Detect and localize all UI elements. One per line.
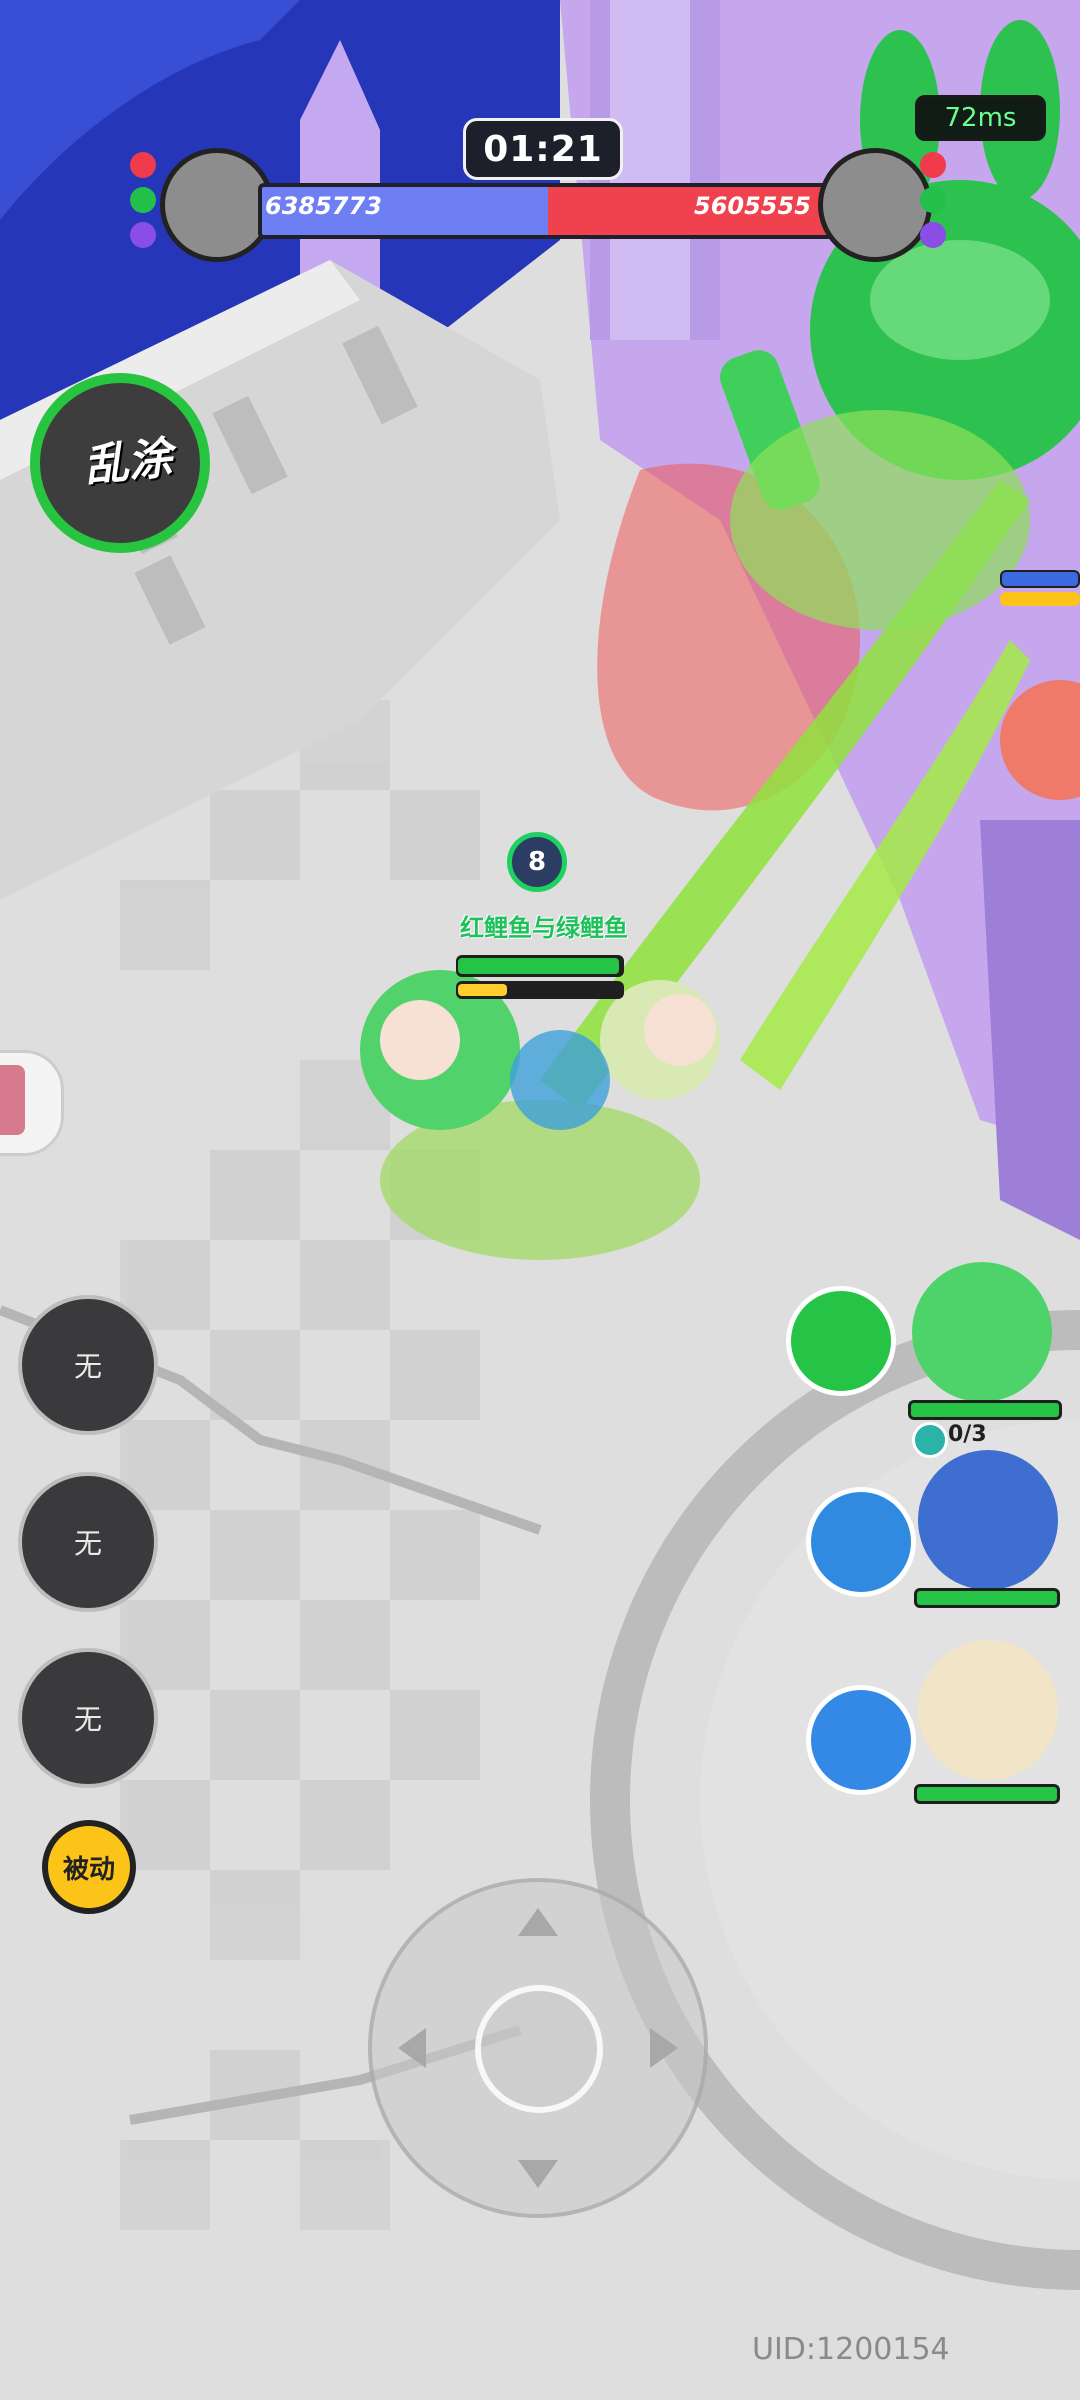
- teammate-1-portrait: [912, 1262, 1052, 1402]
- right-team-score: 5605555: [694, 192, 811, 220]
- user-id: UID:1200154: [752, 2332, 950, 2367]
- right-team-avatar: [818, 148, 932, 262]
- bunny-skill-icon[interactable]: [786, 1286, 896, 1396]
- arrow-down-icon: [518, 2160, 558, 2188]
- event-icon: [0, 1065, 25, 1135]
- left-team-avatar: [160, 148, 274, 262]
- game-viewport[interactable]: 01:21 72ms 6385773 5605555 乱涂 8 红鲤鱼与绿鲤鱼 …: [0, 0, 1080, 2400]
- side-drawer-tab[interactable]: [0, 1050, 64, 1156]
- left-team-clover-icon: [130, 187, 156, 213]
- player-energy-bar: [456, 981, 624, 999]
- right-team-clover-icon: [920, 187, 946, 213]
- left-team-clover-icon: [130, 222, 156, 248]
- item-slot-1[interactable]: 无: [18, 1295, 158, 1435]
- teammate-3-hp-bar: [914, 1784, 1060, 1804]
- arrow-up-icon: [518, 1908, 558, 1936]
- player-level-badge: 8: [507, 832, 567, 892]
- passive-skill-button[interactable]: 被动: [42, 1820, 136, 1914]
- teammate-3-portrait: [918, 1640, 1058, 1780]
- player-hp-fill: [458, 958, 619, 974]
- main-skill-label: 乱涂: [81, 432, 175, 493]
- item-slot-2[interactable]: 无: [18, 1472, 158, 1612]
- teammate-1-ammo: 0/3: [948, 1422, 987, 1447]
- ammo-icon: [912, 1422, 948, 1458]
- item-slot-3[interactable]: 无: [18, 1648, 158, 1788]
- joystick-arrows: [398, 1908, 678, 2188]
- arrow-left-icon: [398, 2028, 426, 2068]
- player-hp-bar: [456, 955, 624, 977]
- ping-indicator: 72ms: [915, 95, 1046, 141]
- player-energy-fill: [458, 984, 508, 996]
- ghost-skill-icon[interactable]: [806, 1685, 916, 1795]
- arrow-right-icon: [650, 2028, 678, 2068]
- player-name: 红鲤鱼与绿鲤鱼: [460, 914, 628, 942]
- wave-skill-icon[interactable]: [806, 1487, 916, 1597]
- right-team-clover-icon: [920, 152, 946, 178]
- match-timer: 01:21: [463, 118, 623, 180]
- left-team-score: 6385773: [265, 192, 382, 220]
- left-team-clover-icon: [130, 152, 156, 178]
- teammate-1-hp-bar: [908, 1400, 1062, 1420]
- right-team-clover-icon: [920, 222, 946, 248]
- teammate-2-hp-bar: [914, 1588, 1060, 1608]
- teammate-2-portrait: [918, 1450, 1058, 1590]
